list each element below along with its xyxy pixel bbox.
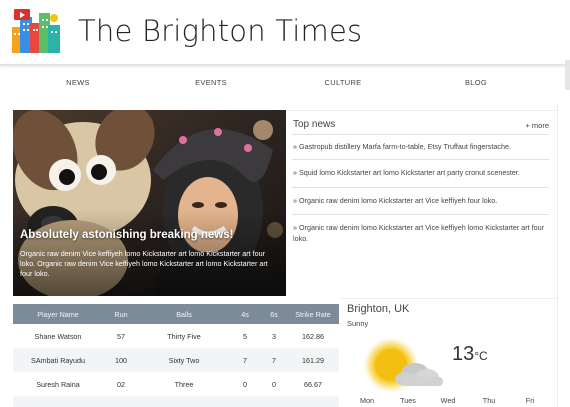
nav-events[interactable]: EVENTS xyxy=(195,78,227,87)
hero-feature[interactable]: Absolutely astonishing breaking news! Or… xyxy=(13,110,286,296)
table-cell: 7 xyxy=(261,348,287,372)
table-cell: 7 xyxy=(229,348,261,372)
table-cell: 66.67 xyxy=(304,379,322,389)
site-header: The Brighton Times xyxy=(0,0,570,66)
main-nav: NEWS EVENTS CULTURE BLOG xyxy=(0,78,570,98)
table-cell: Suresh Raina xyxy=(36,379,80,389)
divider xyxy=(292,187,549,188)
site-title[interactable]: The Brighton Times xyxy=(78,14,362,48)
news-item[interactable]: » Gastropub distillery Marfa farm-to-tab… xyxy=(293,141,549,152)
column-header[interactable]: 6s xyxy=(261,304,287,324)
temperature-value: 13 xyxy=(452,343,475,365)
table-cell: 0 xyxy=(272,379,276,389)
table-row xyxy=(13,396,339,407)
table-header-row: Player Name Run Balls 4s 6s Strike Rate xyxy=(13,304,339,324)
forecast-day[interactable]: Wed xyxy=(441,396,456,405)
forecast-day[interactable]: Tues xyxy=(400,396,416,405)
nav-culture[interactable]: CULTURE xyxy=(325,78,362,87)
table-row: Shane Watson 57 Thirty Five 5 3 162.86 xyxy=(13,324,339,348)
weather-city: Brighton, UK xyxy=(347,303,410,315)
column-header[interactable]: 4s xyxy=(229,304,261,324)
top-news-panel: Top news + more » Gastropub distillery M… xyxy=(286,110,558,296)
divider xyxy=(292,214,549,215)
column-header[interactable]: Player Name xyxy=(13,304,103,324)
forecast-day[interactable]: Thu xyxy=(483,396,495,405)
weather-temperature: 13°C xyxy=(452,343,488,366)
news-item[interactable]: » Organic raw denim lomo Kickstarter art… xyxy=(293,195,549,206)
forecast-day[interactable]: Fri xyxy=(526,396,534,405)
divider xyxy=(292,134,549,135)
table-cell: 100 xyxy=(103,348,139,372)
divider xyxy=(292,159,549,160)
player-stats-table: Player Name Run Balls 4s 6s Strike Rate … xyxy=(13,304,339,407)
table-cell: Shane Watson xyxy=(34,331,82,341)
table-cell: 02 xyxy=(117,379,125,389)
table-cell: 3 xyxy=(272,331,276,341)
table-cell: Three xyxy=(174,379,194,389)
column-header[interactable]: Run xyxy=(103,304,139,324)
column-header[interactable]: Balls xyxy=(139,304,229,324)
table-cell: 162.86 xyxy=(302,331,324,341)
nav-blog[interactable]: BLOG xyxy=(465,78,487,87)
table-cell: SAmbati Rayudu xyxy=(13,348,103,372)
sun-cloud-icon xyxy=(361,337,447,398)
table-cell: 161.29 xyxy=(287,348,339,372)
logo-icon[interactable] xyxy=(12,9,60,53)
column-header[interactable]: Strike Rate xyxy=(287,304,339,324)
table-cell: 5 xyxy=(243,331,247,341)
table-cell: 57 xyxy=(117,331,125,341)
news-item[interactable]: » Squid lomo Kickstarter art lomo Kickst… xyxy=(293,167,549,178)
more-news-link[interactable]: + more xyxy=(525,121,549,130)
forecast-day[interactable]: Mon xyxy=(360,396,374,405)
hero-headline[interactable]: Absolutely astonishing breaking news! xyxy=(20,229,233,241)
table-row: SAmbati Rayudu 100 Sixty Two 7 7 161.29 xyxy=(13,348,339,372)
top-news-title: Top news xyxy=(293,119,336,130)
news-item[interactable]: » Organic raw denim lomo Kickstarter art… xyxy=(293,222,549,244)
header-divider xyxy=(0,64,570,66)
hero-summary: Organic raw denim Vice keffiyeh lomo Kic… xyxy=(20,249,268,279)
table-cell: Thirty Five xyxy=(167,331,201,341)
table-cell: Sixty Two xyxy=(139,348,229,372)
table-row: Suresh Raina 02 Three 0 0 66.67 xyxy=(13,372,339,396)
table-cell: 0 xyxy=(243,379,247,389)
temperature-unit: °C xyxy=(474,349,488,363)
nav-news[interactable]: NEWS xyxy=(66,78,90,87)
weather-condition: Sunny xyxy=(347,319,369,328)
weather-widget: Brighton, UK Sunny 13°C Mon Tues Wed Thu… xyxy=(341,298,558,407)
